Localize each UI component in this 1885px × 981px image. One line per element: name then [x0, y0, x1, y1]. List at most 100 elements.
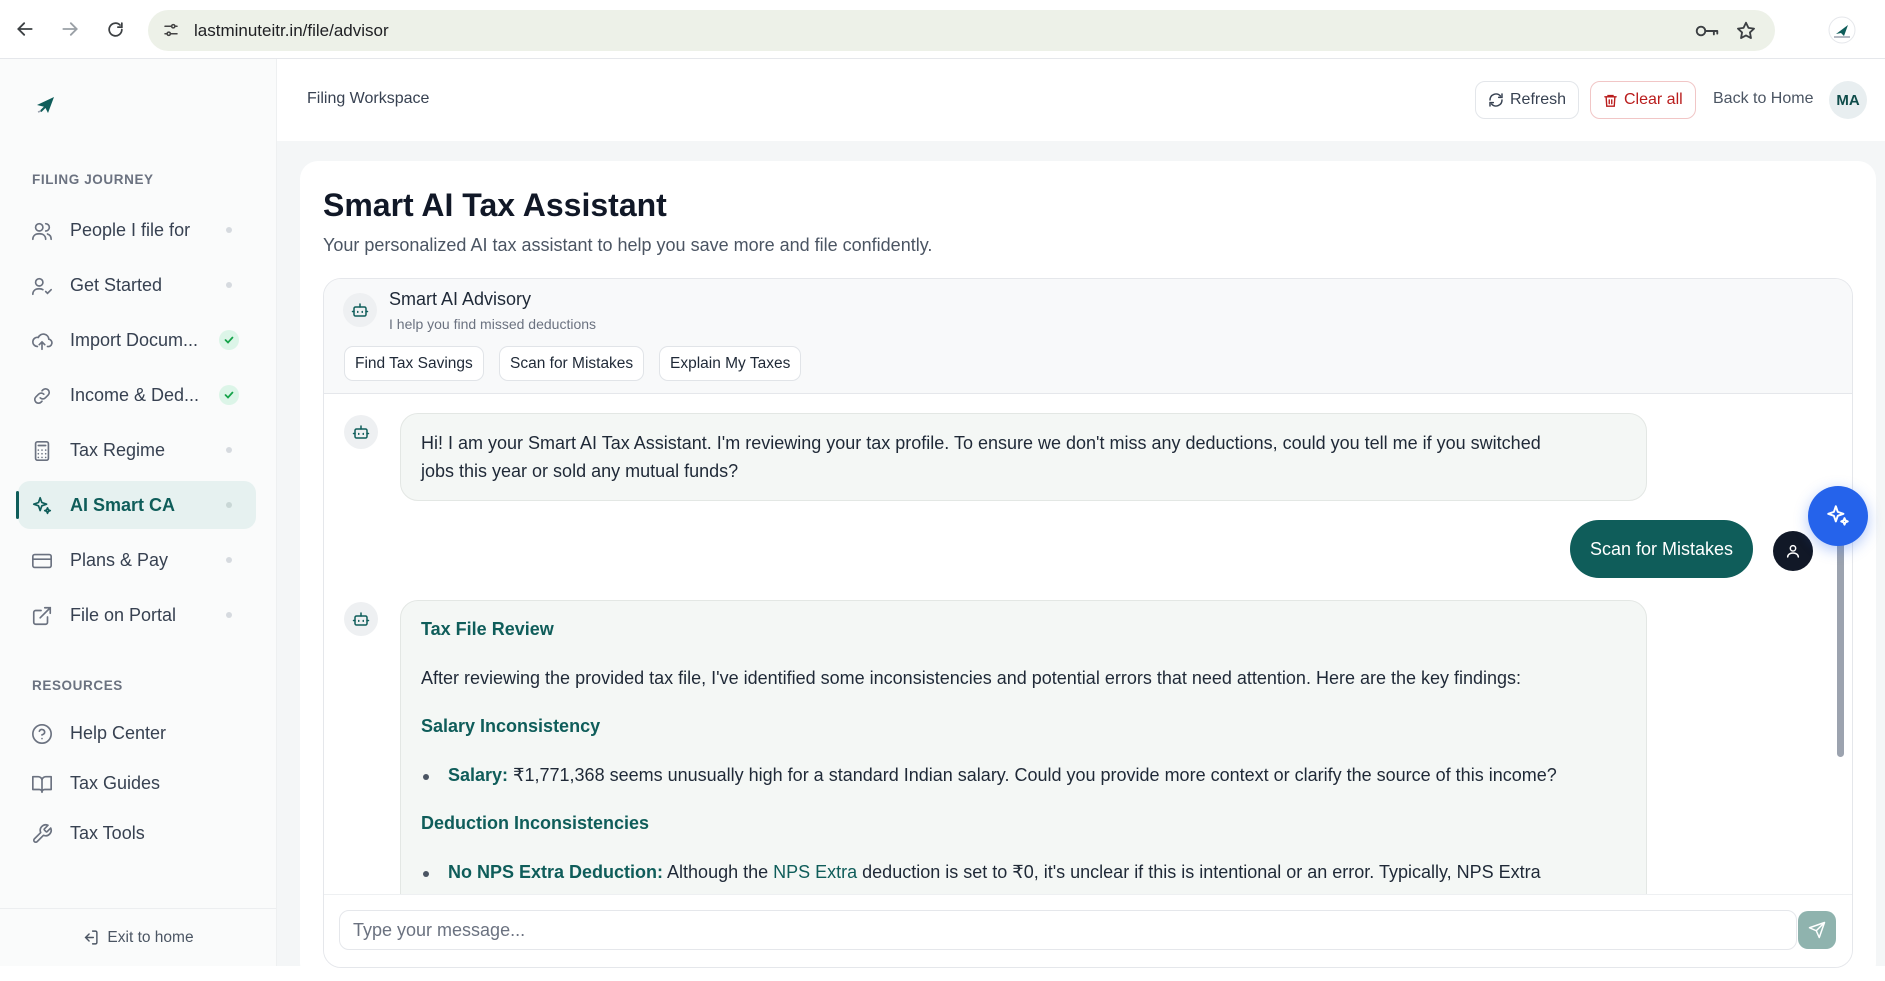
sidebar-item-people[interactable]: People I file for: [18, 206, 256, 254]
active-indicator: [16, 491, 19, 519]
status-dot: [226, 502, 232, 508]
resources-section-label: RESOURCES: [32, 678, 123, 693]
bot-icon: [343, 293, 377, 327]
page-subtitle: Your personalized AI tax assistant to he…: [323, 235, 933, 255]
message-text-line: jobs this year or sold any mutual funds?: [421, 461, 739, 481]
sidebar-item-plans-pay[interactable]: Plans & Pay: [18, 536, 256, 584]
review-intro: After reviewing the provided tax file, I…: [421, 668, 1522, 688]
refresh-label: Refresh: [1510, 91, 1567, 108]
chat-scrollbar[interactable]: [1834, 512, 1846, 894]
deduction-heading: Deduction Inconsistencies: [421, 813, 650, 833]
clear-all-button[interactable]: Clear all: [1590, 81, 1696, 119]
resource-help-center[interactable]: Help Center: [18, 713, 256, 753]
resource-label: Help Center: [70, 722, 167, 743]
salary-text: ₹1,771,368 seems unusually high for a st…: [508, 765, 1557, 785]
sidebar-item-ai-smart-ca[interactable]: AI Smart CA: [16, 481, 256, 529]
chat-panel: Smart AI Advisory I help you find missed…: [323, 278, 1853, 968]
chat-subtitle: I help you find missed deductions: [389, 316, 597, 332]
message-input[interactable]: Type your message...: [339, 910, 1797, 950]
sidebar-item-label: Tax Regime: [70, 439, 166, 460]
url-text[interactable]: lastminuteitr.in/file/advisor: [194, 21, 389, 41]
user-message: Scan for Mistakes: [1570, 520, 1754, 578]
sidebar-item-label: Get Started: [70, 274, 163, 295]
resource-label: Tax Tools: [70, 822, 145, 843]
sidebar-item-label: Income & Ded...: [70, 384, 200, 405]
chat-title: Smart AI Advisory: [389, 289, 532, 309]
chat-header: Smart AI Advisory I help you find missed…: [324, 279, 1852, 394]
review-heading: Tax File Review: [421, 619, 554, 639]
sidebar-item-tax-regime[interactable]: Tax Regime: [18, 426, 256, 474]
salary-item: Salary: ₹1,771,368 seems unusually high …: [448, 761, 1557, 789]
status-dot: [226, 447, 232, 453]
sidebar-item-import-documents[interactable]: Import Docum...: [18, 316, 256, 364]
sidebar-item-label: Plans & Pay: [70, 549, 169, 570]
check-icon: [219, 385, 239, 405]
refresh-icon: [1488, 92, 1504, 108]
clear-all-label: Clear all: [1624, 91, 1683, 108]
status-dot: [226, 227, 232, 233]
sidebar-item-file-on-portal[interactable]: File on Portal: [18, 591, 256, 639]
star-icon[interactable]: [1735, 20, 1757, 42]
credit-card-icon: [31, 550, 53, 572]
bullet: [423, 774, 429, 780]
exit-icon: [82, 929, 99, 946]
assistant-message: Hi! I am your Smart AI Tax Assistant. I'…: [400, 413, 1647, 501]
salary-heading: Salary Inconsistency: [421, 716, 601, 736]
wrench-icon: [31, 823, 53, 845]
sidebar-item-label: People I file for: [70, 219, 191, 240]
user-icon: [1773, 531, 1813, 571]
refresh-button[interactable]: Refresh: [1475, 81, 1580, 119]
sidebar-item-get-started[interactable]: Get Started: [18, 261, 256, 309]
sidebar-item-label: AI Smart CA: [70, 494, 176, 515]
page-header: Filing Workspace Refresh Clear all Back …: [277, 59, 1885, 141]
exit-to-home-link[interactable]: Exit to home: [0, 908, 276, 966]
external-link-icon: [31, 605, 53, 627]
logo-icon[interactable]: [34, 92, 58, 116]
key-icon[interactable]: [1695, 21, 1719, 41]
chip-scan-for-mistakes[interactable]: Scan for Mistakes: [499, 346, 645, 381]
ai-assistant-fab[interactable]: [1808, 486, 1868, 546]
address-bar[interactable]: lastminuteitr.in/file/advisor: [148, 10, 1775, 51]
message-list[interactable]: Hi! I am your Smart AI Tax Assistant. I'…: [324, 394, 1852, 894]
bot-icon: [344, 415, 378, 449]
message-composer: Type your message...: [324, 894, 1852, 967]
send-button[interactable]: [1798, 911, 1836, 949]
sidebar-item-income-deductions[interactable]: Income & Ded...: [18, 371, 256, 419]
scrollbar-thumb[interactable]: [1837, 532, 1844, 757]
forward-arrow-icon[interactable]: [57, 14, 83, 44]
sidebar-item-label: File on Portal: [70, 604, 177, 625]
resource-tax-tools[interactable]: Tax Tools: [18, 813, 256, 853]
calculator-icon: [31, 440, 53, 462]
chip-find-tax-savings[interactable]: Find Tax Savings: [344, 346, 484, 381]
back-to-home-link[interactable]: Back to Home: [1713, 90, 1813, 108]
book-icon: [31, 773, 53, 795]
sidebar: FILING JOURNEY People I file for Get Sta…: [0, 59, 277, 966]
trash-icon: [1603, 93, 1618, 108]
check-icon: [219, 330, 239, 350]
people-icon: [31, 220, 53, 242]
status-dot: [226, 282, 232, 288]
sidebar-item-label: Import Docum...: [70, 329, 199, 350]
help-circle-icon: [31, 723, 53, 745]
breadcrumb: Filing Workspace: [307, 90, 430, 107]
chip-explain-my-taxes[interactable]: Explain My Taxes: [659, 346, 802, 381]
resource-tax-guides[interactable]: Tax Guides: [18, 763, 256, 803]
exit-label: Exit to home: [107, 928, 194, 946]
salary-key: Salary:: [448, 765, 509, 785]
avatar[interactable]: MA: [1829, 81, 1867, 119]
bullet: [423, 871, 429, 877]
sparkles-icon: [31, 495, 53, 517]
journey-section-label: FILING JOURNEY: [32, 172, 154, 187]
nps-text: deduction is set to ₹0, it's unclear if …: [857, 862, 1541, 882]
browser-toolbar: lastminuteitr.in/file/advisor: [0, 0, 1885, 59]
reload-icon[interactable]: [102, 14, 128, 44]
link-icon: [31, 385, 53, 407]
back-arrow-icon[interactable]: [12, 14, 38, 44]
nps-key: No NPS Extra Deduction:: [448, 862, 664, 882]
message-text-line: Hi! I am your Smart AI Tax Assistant. I'…: [421, 433, 1541, 453]
nps-term: NPS Extra: [773, 862, 858, 882]
sparkles-icon: [1825, 503, 1851, 529]
user-check-icon: [31, 275, 53, 297]
site-settings-icon[interactable]: [162, 21, 180, 39]
profile-icon[interactable]: [1828, 16, 1856, 44]
